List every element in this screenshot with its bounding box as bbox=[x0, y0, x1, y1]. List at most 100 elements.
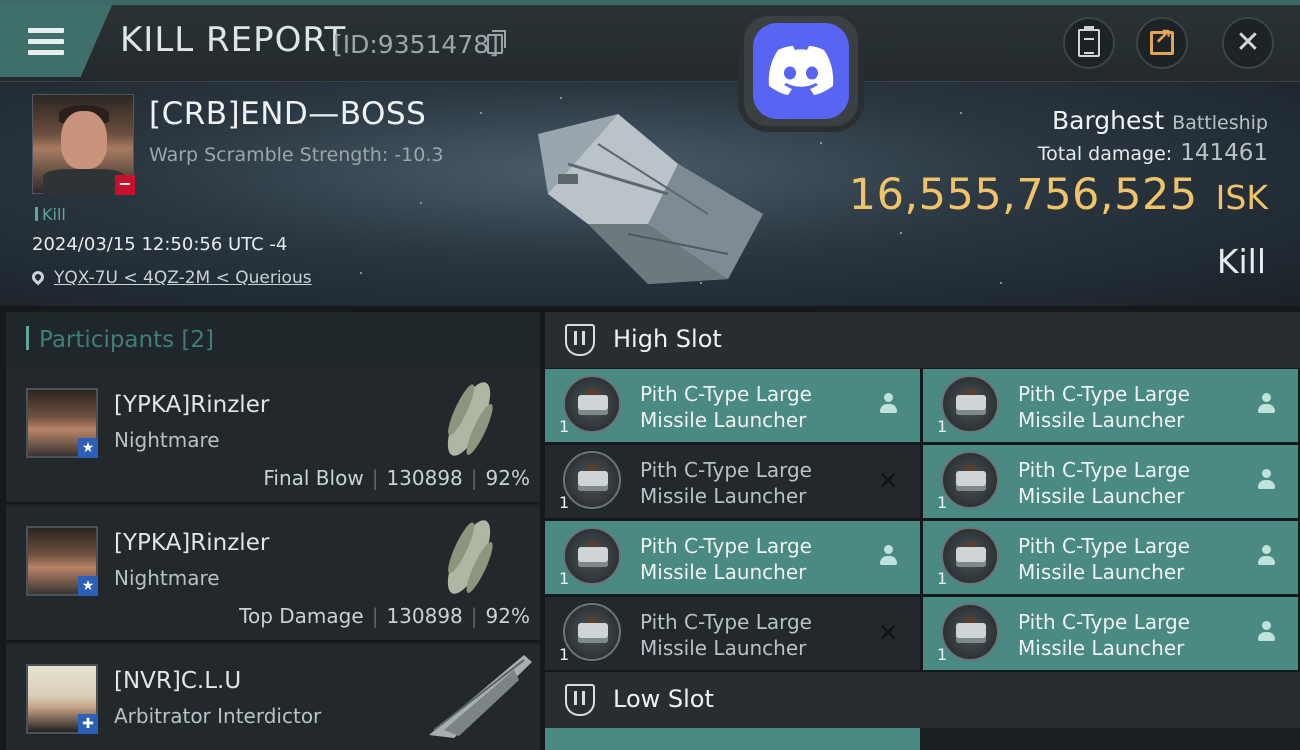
discord-overlay-button[interactable] bbox=[738, 10, 864, 132]
module-item[interactable]: 1 Pith C-Type Large Missile Launcher bbox=[923, 597, 1298, 670]
low-slot-modules[interactable] bbox=[545, 728, 1300, 750]
kill-result: Kill bbox=[1216, 242, 1266, 281]
star-badge-icon: ★ bbox=[78, 438, 98, 458]
close-button[interactable]: ✕ bbox=[1222, 17, 1274, 69]
kill-tag: Kill bbox=[35, 205, 66, 224]
menu-button[interactable] bbox=[0, 5, 112, 77]
cross-badge-icon: ✚ bbox=[78, 714, 98, 734]
participant-stats: Final Blow | 130898 | 92% bbox=[263, 466, 530, 490]
dropped-person-icon bbox=[1254, 393, 1278, 417]
participant-ship: Nightmare bbox=[114, 566, 220, 590]
module-quantity: 1 bbox=[559, 417, 570, 436]
participant-ship-image bbox=[447, 382, 493, 456]
dropped-person-icon bbox=[1254, 469, 1278, 493]
missile-launcher-icon bbox=[563, 375, 621, 433]
module-item[interactable]: 1 Pith C-Type Large Missile Launcher bbox=[545, 521, 920, 594]
victim-header: − [CRB]END—BOSS Warp Scramble Strength: … bbox=[0, 82, 1300, 306]
clipboard-icon bbox=[1078, 26, 1100, 57]
module-name: Pith C-Type Large Missile Launcher bbox=[640, 610, 812, 660]
isk-value: 16,555,756,525 ISK bbox=[848, 170, 1268, 220]
location-pin-icon bbox=[29, 268, 47, 286]
destroyed-x-icon: ✕ bbox=[877, 619, 899, 647]
module-item[interactable]: 1 Pith C-Type Large Missile Launcher bbox=[923, 445, 1298, 518]
missile-launcher-icon bbox=[941, 451, 999, 509]
dropped-person-icon bbox=[876, 393, 900, 417]
module-name: Pith C-Type Large Missile Launcher bbox=[640, 382, 812, 432]
warp-scramble-strength: Warp Scramble Strength: -10.3 bbox=[149, 144, 444, 166]
participants-panel: Participants [2] ★ [YPKA]Rinzler Nightma… bbox=[6, 312, 540, 750]
module-name: Pith C-Type Large Missile Launcher bbox=[1018, 610, 1190, 660]
module-quantity: 1 bbox=[937, 569, 948, 588]
low-slot-header: Low Slot bbox=[545, 672, 1300, 728]
total-damage: Total damage: 141461 bbox=[1037, 140, 1268, 166]
discord-icon bbox=[753, 23, 849, 119]
top-bar: KILL REPORT [ID:9351478] ✕ bbox=[0, 0, 1300, 82]
module-item[interactable]: 1 Pith C-Type Large Missile Launcher ✕ bbox=[545, 597, 920, 670]
missile-launcher-icon bbox=[563, 527, 621, 585]
participant-avatar[interactable]: ✚ bbox=[26, 664, 98, 734]
module-quantity: 1 bbox=[559, 645, 570, 664]
menu-icon bbox=[28, 22, 64, 61]
module-quantity: 1 bbox=[559, 569, 570, 588]
top-accent-line bbox=[0, 0, 1300, 5]
location-link[interactable]: YQX-7U < 4QZ-2M < Querious bbox=[54, 268, 312, 288]
participant-row[interactable]: ★ [YPKA]Rinzler Nightmare Final Blow | 130… bbox=[6, 368, 540, 504]
copy-icon[interactable] bbox=[487, 30, 506, 54]
module-item[interactable]: 1 Pith C-Type Large Missile Launcher ✕ bbox=[545, 445, 920, 518]
high-slot-title: High Slot bbox=[613, 325, 722, 353]
module-quantity: 1 bbox=[937, 493, 948, 512]
participant-stats: Top Damage | 130898 | 92% bbox=[239, 604, 530, 628]
missile-launcher-icon bbox=[563, 603, 621, 661]
star-badge-icon: ★ bbox=[78, 576, 98, 596]
report-id: [ID:9351478] bbox=[333, 30, 499, 59]
page-title: KILL REPORT bbox=[120, 20, 347, 60]
module-name: Pith C-Type Large Missile Launcher bbox=[1018, 458, 1190, 508]
low-slot-icon bbox=[565, 684, 595, 716]
participant-ship-image bbox=[447, 520, 493, 594]
destroyed-x-icon: ✕ bbox=[877, 467, 899, 495]
module-item[interactable]: 1 Pith C-Type Large Missile Launcher bbox=[545, 369, 920, 442]
participant-ship-image bbox=[429, 655, 532, 738]
ship-class: Battleship bbox=[1172, 112, 1268, 134]
dropped-person-icon bbox=[1254, 621, 1278, 645]
high-slot-header: High Slot bbox=[545, 312, 1300, 368]
participant-name: [YPKA]Rinzler bbox=[114, 392, 270, 418]
dropped-person-icon bbox=[876, 545, 900, 569]
module-name: Pith C-Type Large Missile Launcher bbox=[640, 534, 812, 584]
participant-row[interactable]: ★ [YPKA]Rinzler Nightmare Top Damage | 130… bbox=[6, 506, 540, 642]
module-quantity: 1 bbox=[937, 645, 948, 664]
module-item[interactable]: 1 Pith C-Type Large Missile Launcher bbox=[923, 369, 1298, 442]
participant-name: [YPKA]Rinzler bbox=[114, 530, 270, 556]
victim-ship-name[interactable]: Barghest Battleship bbox=[1052, 106, 1268, 135]
module-quantity: 1 bbox=[937, 417, 948, 436]
participants-header: Participants [2] bbox=[6, 312, 540, 368]
clipboard-button[interactable] bbox=[1063, 17, 1115, 69]
low-slot-title: Low Slot bbox=[613, 685, 714, 713]
module-quantity: 1 bbox=[559, 493, 570, 512]
victim-name[interactable]: [CRB]END—BOSS bbox=[149, 96, 426, 132]
missile-launcher-icon bbox=[941, 603, 999, 661]
kill-location[interactable]: YQX-7U < 4QZ-2M < Querious bbox=[29, 268, 312, 288]
hostile-badge-icon: − bbox=[115, 175, 135, 195]
missile-launcher-icon bbox=[941, 375, 999, 433]
share-button[interactable] bbox=[1136, 17, 1188, 69]
missile-launcher-icon bbox=[941, 527, 999, 585]
participant-avatar[interactable]: ★ bbox=[26, 388, 98, 458]
victim-ship-image bbox=[538, 114, 763, 284]
participant-ship: Arbitrator Interdictor bbox=[114, 704, 322, 728]
module-name: Pith C-Type Large Missile Launcher bbox=[640, 458, 812, 508]
share-icon bbox=[1150, 25, 1174, 55]
kill-datetime: 2024/03/15 12:50:56 UTC -4 bbox=[32, 234, 288, 255]
participants-title: Participants [2] bbox=[26, 326, 214, 353]
missile-launcher-icon bbox=[563, 451, 621, 509]
participant-row[interactable]: ✚ [NVR]C.L.U Arbitrator Interdictor bbox=[6, 644, 540, 750]
close-icon: ✕ bbox=[1235, 25, 1261, 60]
dropped-person-icon bbox=[1254, 545, 1278, 569]
participant-avatar[interactable]: ★ bbox=[26, 526, 98, 596]
module-item[interactable]: 1 Pith C-Type Large Missile Launcher bbox=[923, 521, 1298, 594]
high-slot-icon bbox=[565, 324, 595, 356]
module-name: Pith C-Type Large Missile Launcher bbox=[1018, 534, 1190, 584]
participant-ship: Nightmare bbox=[114, 428, 220, 452]
module-name: Pith C-Type Large Missile Launcher bbox=[1018, 382, 1190, 432]
participant-name: [NVR]C.L.U bbox=[114, 668, 242, 694]
